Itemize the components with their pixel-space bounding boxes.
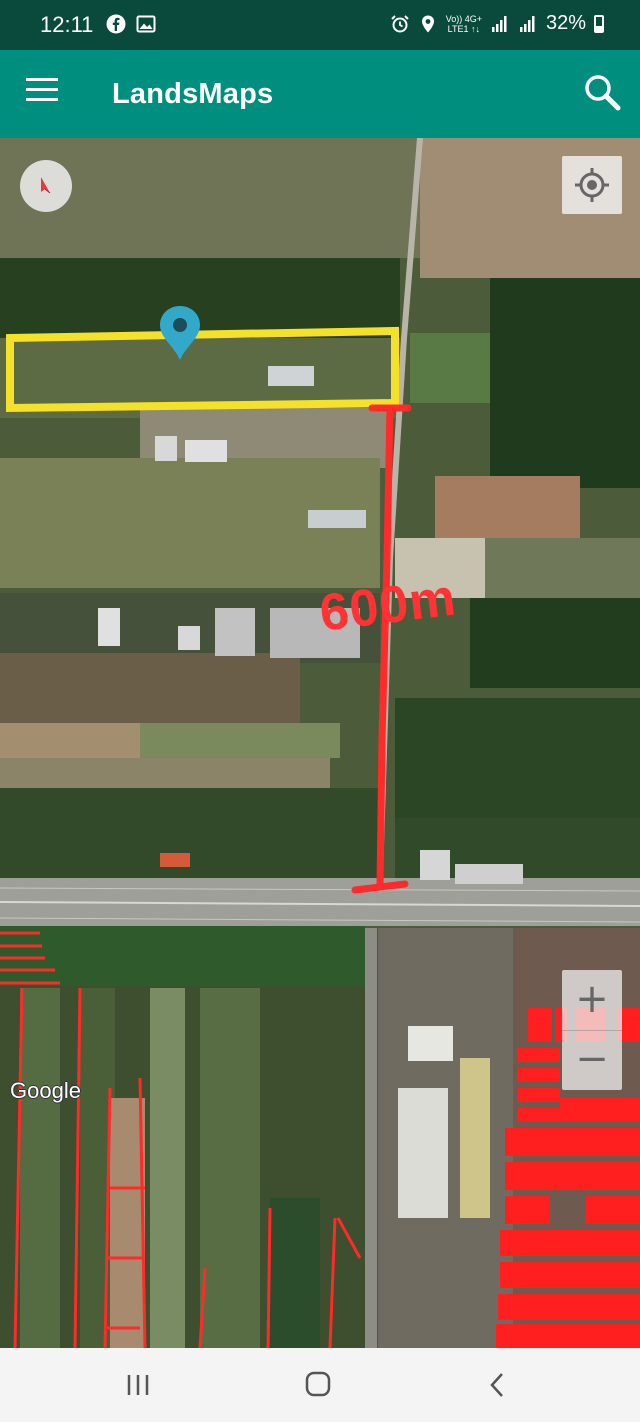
navigation-bar xyxy=(0,1348,640,1422)
compass-button[interactable] xyxy=(20,160,72,212)
field-brown xyxy=(435,476,580,546)
app-bar: LandsMaps xyxy=(0,50,640,138)
warehouse xyxy=(398,1088,448,1218)
battery-icon xyxy=(594,14,604,33)
back-icon[interactable] xyxy=(478,1368,518,1402)
crosshair-icon xyxy=(575,168,609,202)
location-icon xyxy=(421,15,434,32)
compass-icon xyxy=(41,177,51,194)
battery-percent: 32% xyxy=(545,12,586,34)
home-icon[interactable] xyxy=(298,1368,338,1402)
image-icon xyxy=(136,15,156,33)
zoom-control: + − xyxy=(562,970,622,1090)
plantation-strip xyxy=(0,258,400,338)
search-icon[interactable] xyxy=(582,72,622,112)
google-attribution: Google xyxy=(10,1078,81,1103)
signal-icon xyxy=(491,15,507,32)
side-road xyxy=(365,928,377,1348)
my-location-button[interactable] xyxy=(562,156,622,214)
alarm-icon xyxy=(390,14,409,32)
signal-icon-2 xyxy=(519,15,535,32)
facebook-icon xyxy=(106,14,126,34)
satellite-map xyxy=(0,138,640,1348)
status-bar: 12:11 Vo)) 4G+ LTE1 ↑↓ 32% xyxy=(0,0,640,50)
plantation-mid xyxy=(395,698,640,818)
status-time: 12:11 xyxy=(40,12,94,37)
recent-apps-icon[interactable] xyxy=(118,1368,158,1402)
network-type: Vo)) 4G+ LTE1 ↑↓ xyxy=(445,13,482,34)
app-title: LandsMaps xyxy=(112,78,274,110)
zoom-in-button[interactable]: + xyxy=(562,970,622,1031)
menu-icon[interactable] xyxy=(26,78,60,110)
map-view[interactable]: 600m + − Google xyxy=(0,138,640,1348)
zoom-out-button[interactable]: − xyxy=(562,1030,622,1090)
forest-right xyxy=(490,278,640,488)
